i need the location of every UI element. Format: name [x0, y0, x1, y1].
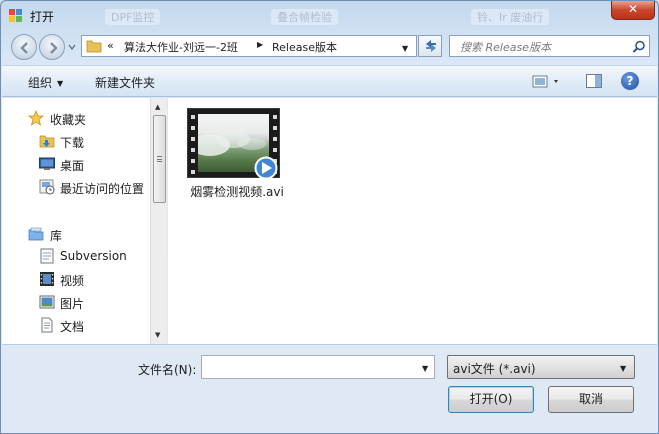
nav-item-videos[interactable]: 视频 — [2, 269, 150, 289]
help-icon[interactable]: ? — [621, 72, 639, 90]
search-icon[interactable] — [632, 40, 646, 54]
open-button[interactable]: 打开(O) — [448, 386, 534, 413]
breadcrumb-item[interactable]: Release版本 — [272, 39, 337, 55]
nav-label: 视频 — [60, 274, 85, 288]
chevron-down-icon: ▼ — [57, 79, 64, 88]
document-library-icon — [41, 317, 53, 333]
search-box[interactable]: 搜索 Release版本 — [449, 35, 650, 57]
scroll-grip-icon — [157, 156, 162, 162]
filename-history-chevron-down-icon[interactable]: ▼ — [422, 364, 428, 373]
file-list: 烟雾检测视频.avi — [168, 98, 657, 344]
nav-label: 桌面 — [60, 159, 85, 173]
change-view-icon[interactable] — [532, 74, 562, 90]
background-tab: 叠合帧检验 — [271, 9, 338, 25]
refresh-button[interactable] — [418, 35, 442, 57]
star-icon — [28, 110, 44, 126]
nav-label: 收藏夹 — [50, 113, 87, 127]
scrollbar-thumb[interactable] — [153, 115, 166, 203]
nav-label: 文档 — [60, 320, 85, 334]
nav-label: 最近访问的位置 — [60, 182, 145, 196]
scroll-up-icon[interactable]: ▲ — [155, 103, 160, 111]
app-icon — [9, 9, 22, 22]
filename-input[interactable]: ▼ — [201, 355, 435, 379]
nav-item-recent-places[interactable]: 最近访问的位置 — [2, 177, 150, 197]
chevron-down-icon: ▼ — [620, 364, 627, 373]
forward-arrow-icon — [50, 42, 58, 54]
organize-label: 组织 — [28, 76, 53, 90]
breadcrumb-overflow[interactable]: « — [107, 39, 114, 52]
breadcrumb-item[interactable]: 算法大作业-刘远一-2班 — [124, 39, 238, 55]
new-folder-button[interactable]: 新建文件夹 — [95, 74, 155, 91]
command-bar: 组织 ▼ 新建文件夹 ? — [2, 65, 657, 97]
nav-item-subversion[interactable]: Subversion — [2, 246, 150, 266]
nav-label: 下载 — [60, 136, 85, 150]
back-arrow-icon — [20, 42, 28, 54]
dialog-footer: 文件名(N): ▼ avi文件 (*.avi) ▼ 打开(O) 取消 — [2, 344, 657, 432]
filename-label: 文件名(N): — [138, 363, 197, 377]
nav-item-downloads[interactable]: 下载 — [2, 131, 150, 151]
recent-pages-chevron-down-icon[interactable] — [68, 43, 76, 51]
video-library-icon — [40, 272, 54, 286]
cancel-button[interactable]: 取消 — [548, 386, 634, 413]
breadcrumb-separator-icon[interactable]: ▶ — [257, 40, 263, 49]
open-file-dialog: 打开 DPF监控 叠合帧检验 铃、Ir 废油行 ✕ « 算法大作业-刘远一-2班… — [0, 0, 659, 434]
file-type-value: avi文件 (*.avi) — [453, 362, 536, 376]
forward-button[interactable] — [39, 34, 65, 60]
background-tab: DPF监控 — [105, 9, 161, 25]
organize-menu-button[interactable]: 组织 ▼ — [28, 74, 63, 91]
subversion-library-icon — [40, 248, 54, 264]
desktop-icon — [39, 157, 55, 170]
download-folder-icon — [39, 135, 55, 148]
picture-library-icon — [39, 295, 55, 309]
navigation-pane: 收藏夹 下载 桌面 最近访问的位置 库 Subversion 视频 图片 文档 … — [2, 98, 167, 344]
refresh-icon — [426, 40, 436, 52]
libraries-icon — [28, 227, 44, 241]
title-bar: 打开 DPF监控 叠合帧检验 铃、Ir 废油行 ✕ — [1, 1, 658, 31]
close-icon: ✕ — [627, 2, 639, 16]
nav-item-desktop[interactable]: 桌面 — [2, 154, 150, 174]
media-player-icon — [254, 156, 278, 180]
nav-label: Subversion — [60, 249, 127, 263]
file-name: 烟雾检测视频.avi — [190, 185, 284, 199]
nav-item-documents[interactable]: 文档 — [2, 315, 150, 335]
nav-libraries[interactable]: 库 — [2, 224, 150, 244]
search-placeholder: 搜索 Release版本 — [460, 41, 551, 54]
nav-favorites[interactable]: 收藏夹 — [2, 108, 150, 128]
folder-icon — [86, 40, 102, 53]
window-title: 打开 — [30, 10, 55, 24]
navigation-pane-scrollbar[interactable]: ▲ ▼ — [150, 98, 167, 344]
file-type-select[interactable]: avi文件 (*.avi) ▼ — [447, 355, 635, 379]
nav-label: 库 — [50, 229, 63, 243]
address-history-chevron-down-icon[interactable]: ▼ — [402, 44, 408, 53]
scroll-down-icon[interactable]: ▼ — [155, 331, 160, 339]
nav-item-pictures[interactable]: 图片 — [2, 292, 150, 312]
nav-label: 图片 — [60, 297, 85, 311]
back-button[interactable] — [11, 34, 37, 60]
file-item[interactable]: 烟雾检测视频.avi — [182, 106, 292, 206]
recent-places-icon — [39, 179, 55, 195]
preview-pane-icon[interactable] — [586, 74, 602, 88]
background-tab: 铃、Ir 废油行 — [471, 9, 550, 25]
address-bar[interactable]: « 算法大作业-刘远一-2班 ▶ Release版本 ▼ — [81, 35, 417, 57]
close-button[interactable]: ✕ — [611, 1, 655, 20]
